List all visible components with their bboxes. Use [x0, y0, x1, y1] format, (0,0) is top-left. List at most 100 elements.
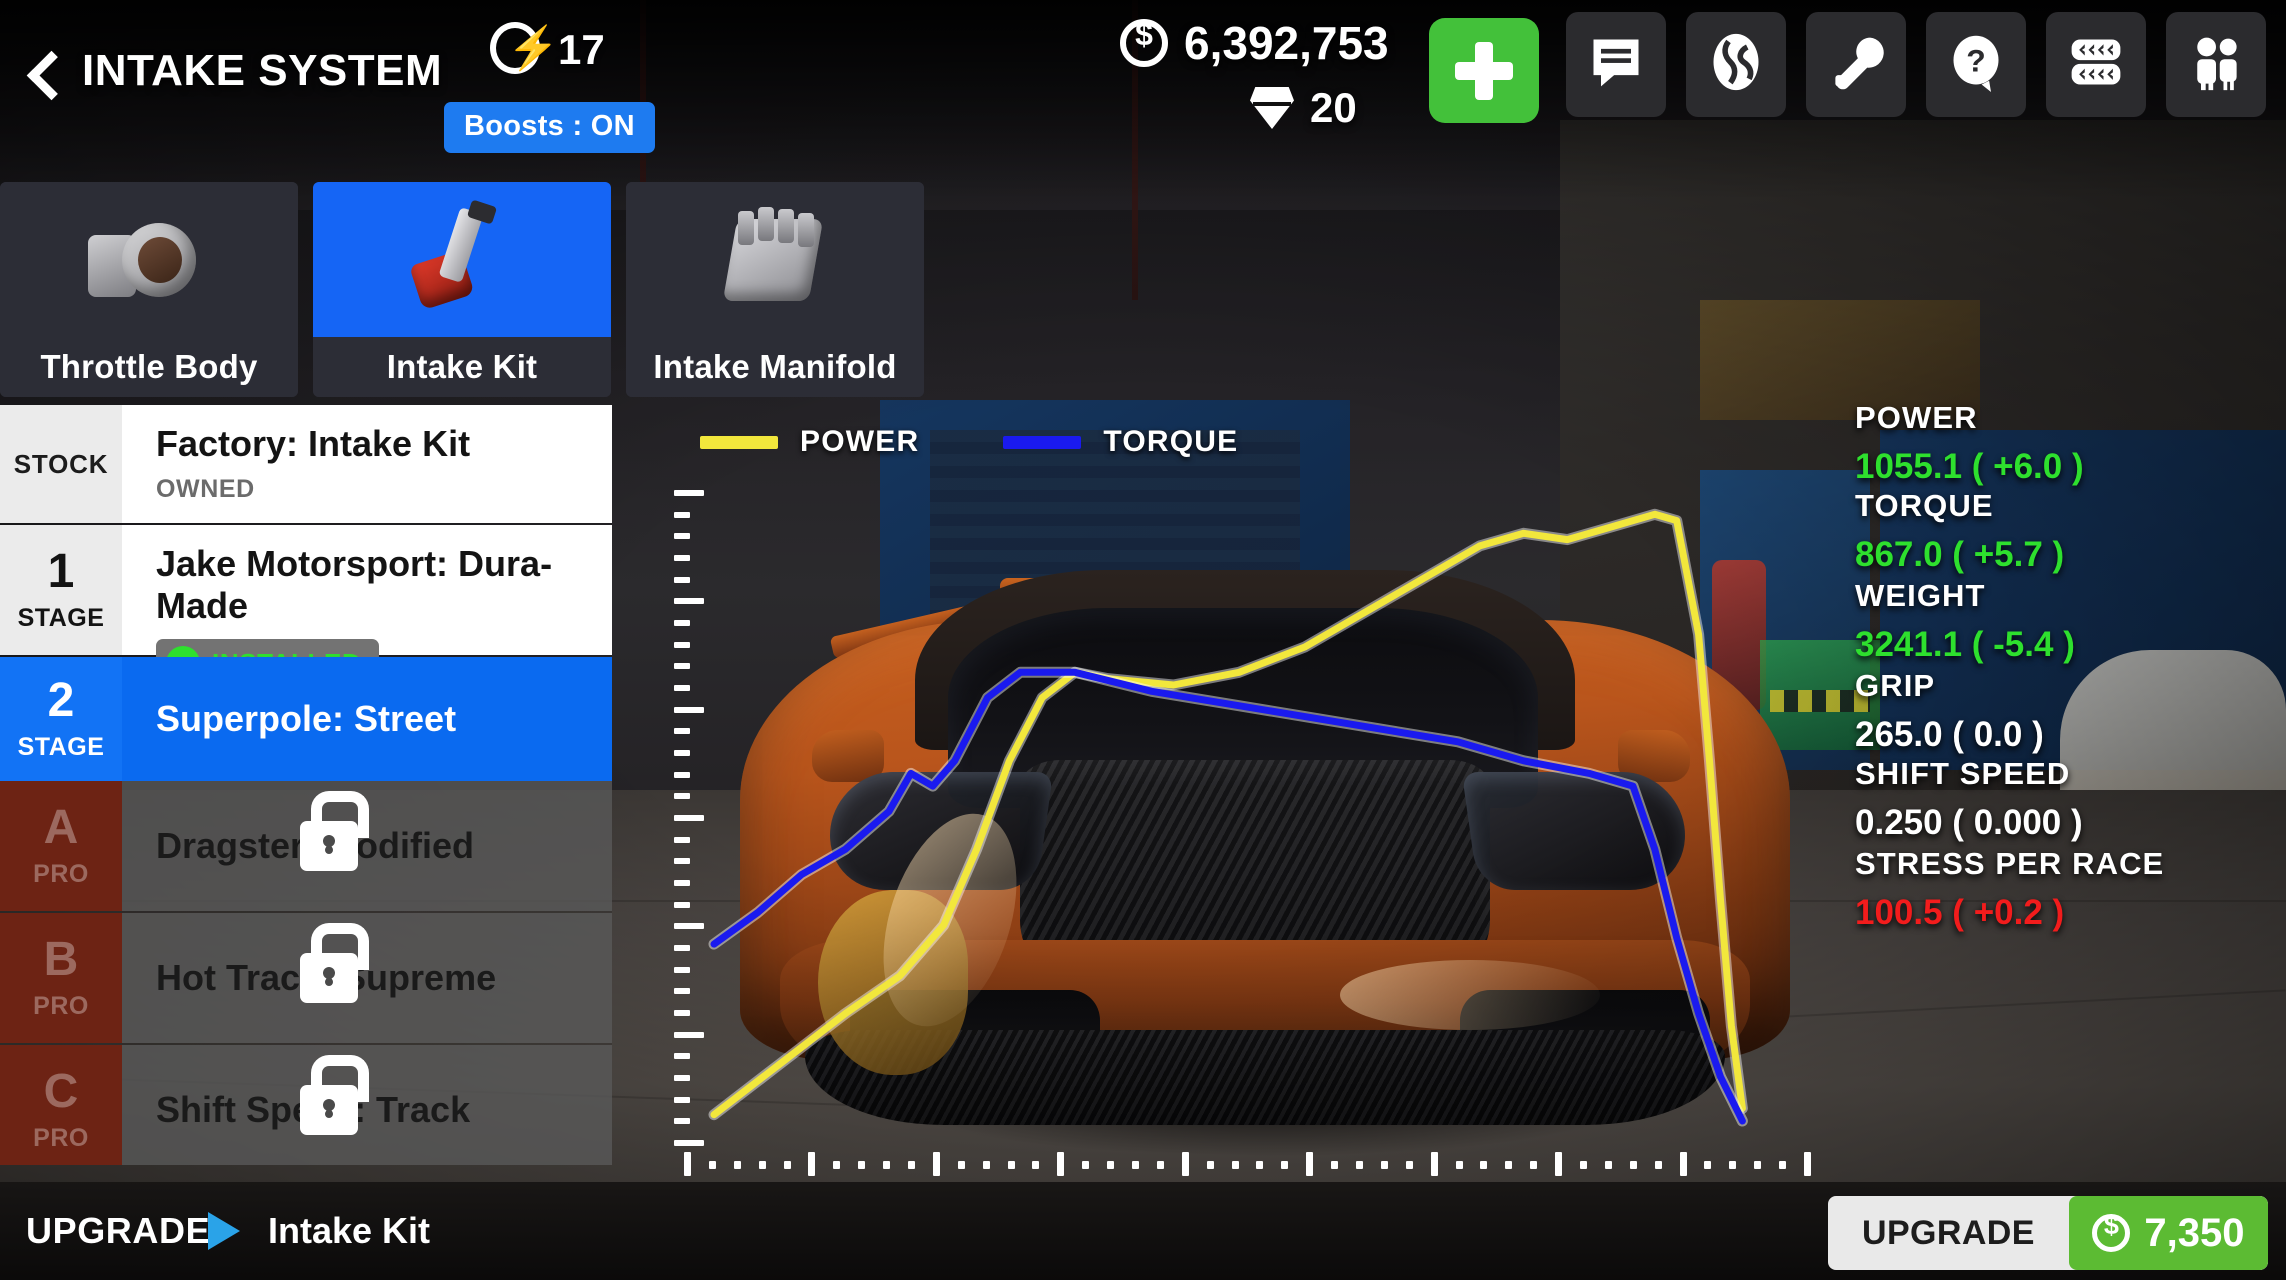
stage-badge-number: B — [43, 932, 79, 986]
coin-dollar-icon — [1120, 16, 1168, 67]
tune-button[interactable] — [1806, 12, 1906, 117]
list-item-status: OWNED — [156, 475, 255, 503]
list-item-body: Shift Speed: Track — [122, 1045, 612, 1165]
stat-value: 3241.1 ( -5.4 ) — [1855, 625, 2075, 664]
list-item-body: Factory: Intake Kit OWNED — [122, 405, 612, 523]
coin-dollar-icon — [2092, 1210, 2131, 1252]
stat-weight: WEIGHT 3241.1 ( -5.4 ) — [1855, 578, 2285, 665]
stage-badge-label: PRO — [33, 859, 89, 888]
lock-icon — [300, 1055, 369, 1135]
chart-line-halo — [708, 508, 1748, 1121]
help-button[interactable]: ? — [1926, 12, 2026, 117]
stage-badge: STOCK — [0, 405, 122, 523]
stat-label: WEIGHT — [1855, 578, 1986, 613]
stage-badge-label: PRO — [33, 991, 89, 1020]
lock-icon — [300, 791, 369, 871]
globe-icon — [1706, 32, 1766, 97]
tab-label-text: Throttle Body — [40, 348, 258, 385]
bottom-bar: UPGRADE Intake Kit UPGRADE 7,350 — [0, 1182, 2286, 1280]
tab-intake-kit[interactable]: Intake Kit — [313, 182, 611, 397]
list-item-body: Hot Track: Supreme — [122, 913, 612, 1043]
stage-badge-label: PRO — [33, 1123, 89, 1152]
gem-balance: 20 — [1250, 84, 1357, 132]
bottom-upgrade-label: UPGRADE — [26, 1210, 211, 1251]
question-icon: ? — [1946, 32, 2006, 97]
list-item-body: Dragster: Modified — [122, 781, 612, 911]
stat-power: POWER 1055.1 ( +6.0 ) — [1855, 400, 2285, 487]
list-item-title: Superpole: Street — [156, 698, 457, 739]
upgrade-button-label: UPGRADE — [1862, 1213, 2035, 1252]
upgrade-list[interactable]: STOCK Factory: Intake Kit OWNED 1 STAGE … — [0, 405, 612, 1165]
tires-icon — [2066, 32, 2126, 97]
chat-icon — [1586, 32, 1646, 97]
intake-kit-icon — [313, 182, 611, 337]
stage-badge-number: 2 — [47, 673, 75, 727]
play-arrow-icon — [208, 1212, 240, 1250]
chevron-left-icon[interactable] — [22, 50, 66, 98]
stat-label: TORQUE — [1855, 488, 1994, 523]
list-item-pro-a[interactable]: A PRO Dragster: Modified — [0, 781, 612, 911]
boost-count: 17 — [558, 26, 605, 73]
stage-badge: 1 STAGE — [0, 525, 122, 655]
chart-curves — [708, 508, 1748, 1127]
stat-torque: TORQUE 867.0 ( +5.7 ) — [1855, 488, 2285, 575]
chart-line-halo — [708, 666, 1748, 1127]
world-button[interactable] — [1686, 12, 1786, 117]
stat-value: 0.250 ( 0.000 ) — [1855, 803, 2083, 842]
stat-label: POWER — [1855, 400, 1978, 435]
crew-button[interactable] — [2166, 12, 2266, 117]
list-item-pro-c[interactable]: C PRO Shift Speed: Track — [0, 1045, 612, 1165]
chat-button[interactable] — [1566, 12, 1666, 117]
tab-intake-manifold[interactable]: Intake Manifold — [626, 182, 924, 397]
stat-label: SHIFT SPEED — [1855, 756, 2071, 791]
list-item-stock[interactable]: STOCK Factory: Intake Kit OWNED — [0, 405, 612, 523]
stage-badge-number: 1 — [47, 544, 75, 598]
boosts-toggle-button[interactable]: Boosts : ON — [444, 102, 655, 153]
chart-line-power — [710, 510, 1746, 1119]
intake-manifold-icon — [626, 182, 924, 337]
stat-value: 265.0 ( 0.0 ) — [1855, 715, 2044, 754]
stat-value: 867.0 ( +5.7 ) — [1855, 535, 2065, 574]
stat-shift-speed: SHIFT SPEED 0.250 ( 0.000 ) — [1855, 756, 2285, 843]
upgrade-price-amount: 7,350 — [2144, 1210, 2245, 1255]
tab-label-text: Intake Kit — [386, 348, 538, 385]
list-item-body: Superpole: Street — [122, 657, 612, 781]
tab-throttle-body[interactable]: Throttle Body — [0, 182, 298, 397]
list-item-stage-1[interactable]: 1 STAGE Jake Motorsport: Dura-Made INSTA… — [0, 525, 612, 688]
stage-badge: C PRO — [0, 1045, 122, 1165]
wrench-icon — [1826, 32, 1886, 97]
stat-label: STRESS PER RACE — [1855, 846, 2165, 881]
list-item-title: Jake Motorsport: Dura-Made — [156, 543, 553, 626]
header-bar: INTAKE SYSTEM ⚡ 17 Boosts : ON 6,392,753… — [0, 0, 2286, 170]
chart-line-torque — [710, 668, 1746, 1125]
tab-label: Throttle Body — [0, 337, 298, 397]
list-item-body: Jake Motorsport: Dura-Made INSTALLED — [122, 525, 612, 688]
tab-label: Intake Manifold — [626, 337, 924, 397]
stage-badge-label: STAGE — [17, 732, 105, 761]
gem-icon — [1250, 87, 1294, 129]
cash-amount: 6,392,753 — [1184, 17, 1389, 69]
stat-value: 1055.1 ( +6.0 ) — [1855, 447, 2084, 486]
stage-badge-number: C — [43, 1064, 79, 1118]
dyno-chart: POWER TORQUE — [660, 400, 1840, 1176]
list-item-pro-b[interactable]: B PRO Hot Track: Supreme — [0, 913, 612, 1043]
tires-button[interactable] — [2046, 12, 2146, 117]
throttle-body-icon — [0, 182, 298, 337]
stat-grip: GRIP 265.0 ( 0.0 ) — [1855, 668, 2285, 755]
add-currency-button[interactable] — [1429, 18, 1539, 123]
tab-label: Intake Kit — [313, 337, 611, 397]
list-item-title: Factory: Intake Kit — [156, 423, 471, 464]
stat-label: GRIP — [1855, 668, 1936, 703]
stage-badge: A PRO — [0, 781, 122, 911]
upgrade-button[interactable]: UPGRADE 7,350 — [1828, 1196, 2268, 1270]
page-title: INTAKE SYSTEM — [82, 46, 443, 95]
lock-icon — [300, 923, 369, 1003]
stage-badge-label: STAGE — [17, 603, 105, 632]
bottom-part-name: Intake Kit — [268, 1210, 431, 1251]
stage-badge: 2 STAGE — [0, 657, 122, 781]
stat-stress-per-race: STRESS PER RACE 100.5 ( +0.2 ) — [1855, 846, 2285, 933]
stage-badge-number: A — [43, 800, 79, 854]
list-item-stage-2[interactable]: 2 STAGE Superpole: Street — [0, 657, 612, 781]
upgrade-price: 7,350 — [2068, 1196, 2268, 1270]
tab-label-text: Intake Manifold — [653, 348, 897, 385]
